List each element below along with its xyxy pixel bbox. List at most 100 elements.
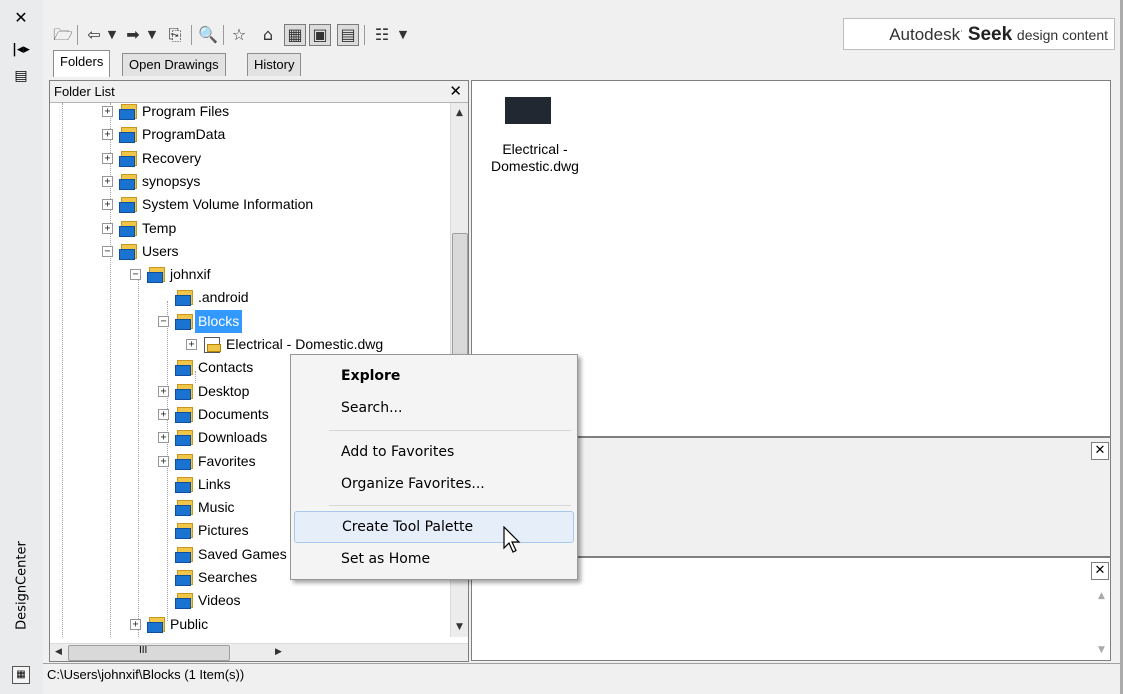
palette-title: DesignCenter: [2, 520, 42, 660]
expand-icon[interactable]: +: [102, 152, 113, 164]
forward-dropdown-icon[interactable]: ▼: [141, 24, 163, 46]
close-icon[interactable]: ✕: [449, 82, 462, 100]
scroll-up-icon[interactable]: ▲: [451, 105, 468, 121]
tree-item-label: Favorites: [198, 452, 256, 469]
brand-tagline: design content: [1016, 27, 1108, 43]
brand-product: Seek: [967, 24, 1013, 45]
up-icon[interactable]: ⎘: [164, 24, 186, 46]
expand-icon[interactable]: +: [102, 175, 113, 187]
description-toggle-icon[interactable]: ▤: [337, 24, 359, 46]
expand-icon[interactable]: +: [158, 455, 169, 467]
folder-list-title: Folder List: [54, 84, 115, 99]
tree-item-label: Electrical - Domestic.dwg: [226, 336, 384, 352]
expand-icon[interactable]: +: [130, 618, 141, 630]
tree-horizontal-scrollbar[interactable]: ◀ III ▶: [50, 643, 468, 661]
home-icon[interactable]: ⌂: [257, 24, 279, 46]
tree-item-label: Contacts: [198, 359, 254, 376]
tree-item-label: Recovery: [142, 149, 202, 166]
menu-item-explore[interactable]: Explore: [294, 363, 572, 389]
folder-icon: [119, 197, 137, 214]
views-icon[interactable]: ☷: [371, 24, 393, 46]
menu-separator: [329, 430, 571, 431]
designcenter-window: 🗁 ⇦ ▼ ➡ ▼ ⎘ 🔍 ☆ ⌂ ▦ ▣ ▤ ☷ ▼ Autodesk· Se…: [43, 0, 1120, 694]
tab-open-drawings[interactable]: Open Drawings: [122, 53, 226, 76]
tree-item-label: Downloads: [198, 429, 268, 446]
dwg-thumbnail[interactable]: [505, 97, 551, 124]
expand-icon[interactable]: +: [158, 408, 169, 420]
autodesk-seek-banner[interactable]: Autodesk· Seek design content: [843, 18, 1115, 50]
status-path: C:\Users\johnxif\Blocks (1 Item(s)): [47, 667, 245, 682]
file-name: Electrical - Domestic.dwg: [491, 141, 579, 174]
tree-item-label: Saved Games: [198, 545, 287, 562]
scroll-down-icon[interactable]: ▼: [1093, 642, 1110, 658]
load-icon[interactable]: 🗁: [52, 24, 74, 46]
favorites-icon[interactable]: ☆: [228, 24, 250, 46]
autohide-icon[interactable]: |◂▸: [10, 40, 32, 60]
menu-item-search[interactable]: Search...: [294, 395, 572, 421]
expand-icon[interactable]: +: [102, 199, 113, 211]
tab-history[interactable]: History: [247, 53, 302, 76]
tree-item-label: Desktop: [198, 382, 250, 399]
tab-folders[interactable]: Folders: [53, 50, 111, 77]
tree-folder-item[interactable]: .android: [110, 286, 430, 309]
tree-folder-item[interactable]: − Users: [54, 240, 430, 263]
tree-item-label: Links: [198, 475, 231, 492]
search-icon[interactable]: 🔍: [197, 24, 219, 46]
palette-title-text: DesignCenter: [14, 541, 30, 630]
close-icon[interactable]: ✕: [10, 8, 32, 28]
tree-item-label: Temp: [142, 219, 177, 236]
expand-icon[interactable]: +: [186, 339, 197, 350]
collapse-icon[interactable]: −: [130, 269, 141, 281]
menu-item-create-tool-palette[interactable]: Create Tool Palette: [294, 511, 574, 543]
tree-folder-item[interactable]: Videos: [110, 589, 430, 612]
tree-item-label: Blocks: [195, 309, 243, 333]
autodesk-seek-logo: Autodesk· Seek design content: [889, 24, 1108, 45]
close-icon[interactable]: ✕: [1091, 442, 1109, 460]
tree-folder-item[interactable]: + System Volume Information: [54, 193, 430, 216]
folder-icon: [175, 570, 193, 586]
tree-folder-item[interactable]: + Program Files: [54, 103, 430, 123]
designcenter-side-strip: ✕ |◂▸ ▤ DesignCenter ▦: [0, 0, 44, 694]
expand-icon[interactable]: +: [102, 222, 113, 234]
properties-icon[interactable]: ▤: [10, 66, 32, 86]
scroll-grip: III: [139, 645, 148, 656]
folder-icon: [175, 593, 193, 610]
menu-item-organize-favorites[interactable]: Organize Favorites...: [294, 471, 572, 497]
tree-folder-item[interactable]: − johnxif: [82, 263, 430, 286]
expand-icon[interactable]: +: [158, 432, 169, 444]
tree-item-label: System Volume Information: [142, 196, 314, 213]
scroll-down-icon[interactable]: ▼: [451, 619, 468, 635]
tree-file-item[interactable]: + Electrical - Domestic.dwg: [138, 333, 430, 356]
tree-folder-item[interactable]: − Blocks: [110, 309, 430, 333]
preview-toggle-icon[interactable]: ▣: [309, 24, 331, 46]
folder-icon: [175, 383, 193, 400]
scroll-up-icon[interactable]: ▲: [1093, 588, 1110, 604]
close-icon[interactable]: ✕: [1091, 562, 1109, 580]
tree-view-icon: ▦: [12, 666, 30, 684]
collapse-icon[interactable]: −: [102, 245, 113, 257]
menu-item-set-as-home[interactable]: Set as Home: [294, 546, 572, 572]
scroll-right-icon[interactable]: ▶: [270, 644, 287, 660]
tree-folder-item[interactable]: + Temp: [54, 217, 430, 240]
folder-icon: [119, 127, 137, 144]
folder-icon: [175, 406, 193, 423]
collapse-icon[interactable]: −: [158, 315, 169, 327]
folder-icon: [175, 500, 193, 517]
scroll-thumb[interactable]: III: [68, 645, 230, 661]
expand-icon[interactable]: +: [158, 385, 169, 397]
tree-folder-item[interactable]: + synopsys: [54, 170, 430, 193]
expand-icon[interactable]: +: [102, 129, 113, 141]
views-dropdown-icon[interactable]: ▼: [392, 24, 414, 46]
back-dropdown-icon[interactable]: ▼: [101, 24, 123, 46]
tree-item-label: synopsys: [142, 172, 201, 189]
tree-folder-item[interactable]: + ProgramData: [54, 123, 430, 146]
scroll-left-icon[interactable]: ◀: [50, 644, 67, 660]
tree-item-label: Searches: [198, 569, 258, 585]
expand-icon[interactable]: +: [102, 106, 113, 117]
folder-list-header: Folder List ✕: [50, 81, 468, 103]
tree-toggle-icon[interactable]: ▦: [284, 24, 306, 46]
folder-icon: [175, 430, 193, 447]
menu-item-add-to-favorites[interactable]: Add to Favorites: [294, 439, 572, 465]
tree-folder-item[interactable]: + Public: [82, 613, 430, 636]
tree-folder-item[interactable]: + Recovery: [54, 147, 430, 170]
